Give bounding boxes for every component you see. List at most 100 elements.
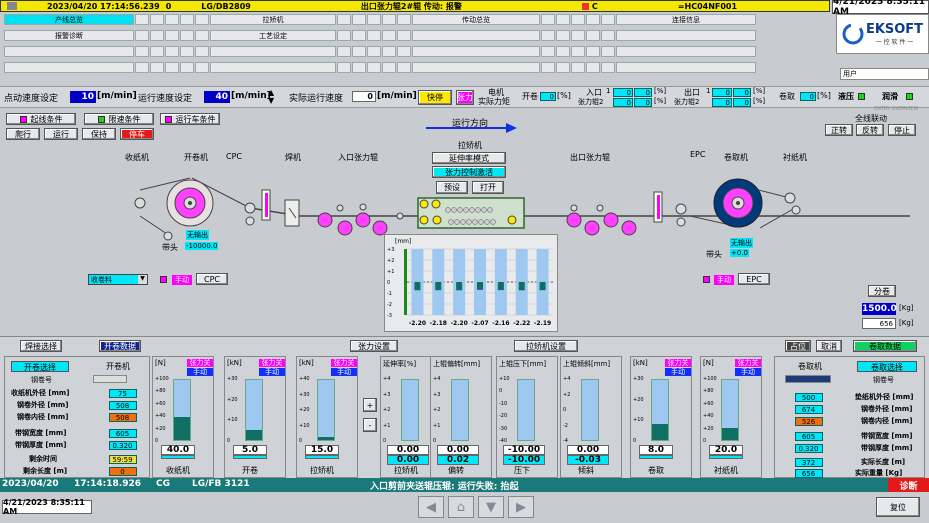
- nav-empty[interactable]: [616, 46, 756, 57]
- nav-empty[interactable]: [397, 46, 411, 57]
- nav-empty[interactable]: [616, 30, 756, 41]
- nav-empty[interactable]: [601, 14, 615, 25]
- chevron-down-icon[interactable]: ▼: [138, 275, 147, 284]
- nav-empty[interactable]: [382, 46, 396, 57]
- increment-button[interactable]: +: [363, 398, 377, 412]
- run-speed-input[interactable]: 40: [204, 91, 230, 103]
- cancel-button[interactable]: 取消: [816, 340, 842, 352]
- tension-setting-button[interactable]: 张力设置: [350, 340, 398, 352]
- nav-empty[interactable]: [150, 62, 164, 73]
- nav-empty[interactable]: [135, 62, 149, 73]
- nav-empty[interactable]: [337, 14, 351, 25]
- user-field[interactable]: 用户: [840, 68, 929, 80]
- nav-empty[interactable]: [4, 62, 134, 73]
- nav-empty[interactable]: [382, 14, 396, 25]
- nav-empty[interactable]: [165, 62, 179, 73]
- nav-empty[interactable]: [556, 30, 570, 41]
- nav-empty[interactable]: [352, 62, 366, 73]
- alarm-bar[interactable]: 2023/04/20 17:14:56.239 0 LG/DB2809 出口张力…: [0, 0, 830, 12]
- cpc-button[interactable]: CPC: [196, 273, 228, 285]
- nav-empty[interactable]: [180, 30, 194, 41]
- nav-empty[interactable]: [135, 46, 149, 57]
- nav-empty[interactable]: [541, 62, 555, 73]
- nav-empty[interactable]: [397, 30, 411, 41]
- status-bar[interactable]: 2023/04/20 17:14:18.926 CG LG/FB 3121 入口…: [0, 478, 929, 492]
- nav-empty[interactable]: [165, 30, 179, 41]
- nav-empty[interactable]: [556, 62, 570, 73]
- nav-drive-overview[interactable]: 传动总览: [412, 14, 540, 25]
- nav-empty[interactable]: [586, 30, 600, 41]
- nav-empty[interactable]: [601, 46, 615, 57]
- nav-empty[interactable]: [195, 62, 209, 73]
- nav-empty[interactable]: [412, 46, 540, 57]
- nav-empty[interactable]: [541, 46, 555, 57]
- speed-down-icon[interactable]: ▼: [268, 96, 274, 105]
- nav-empty[interactable]: [571, 30, 585, 41]
- nav-empty[interactable]: [180, 46, 194, 57]
- nav-empty[interactable]: [382, 30, 396, 41]
- decrement-button[interactable]: -: [363, 418, 377, 432]
- nav-empty[interactable]: [165, 14, 179, 25]
- nav-empty[interactable]: [150, 46, 164, 57]
- reset-button[interactable]: 复位: [876, 497, 920, 517]
- nav-empty[interactable]: [541, 30, 555, 41]
- diagnosis-button[interactable]: 诊断: [888, 478, 929, 492]
- nav-process-setting[interactable]: 工艺设定: [210, 30, 336, 41]
- nav-alarm-diagnosis[interactable]: 报警诊断: [4, 30, 134, 41]
- nav-empty[interactable]: [195, 46, 209, 57]
- nav-empty[interactable]: [165, 46, 179, 57]
- nav-empty[interactable]: [571, 46, 585, 57]
- nav-empty[interactable]: [601, 62, 615, 73]
- nav-empty[interactable]: [616, 62, 756, 73]
- split-length-setpoint[interactable]: 1500.0: [862, 303, 897, 315]
- uncoil-select-header[interactable]: 开卷选择: [11, 361, 69, 372]
- nav-empty[interactable]: [352, 14, 366, 25]
- nav-empty[interactable]: [397, 62, 411, 73]
- nav-empty[interactable]: [135, 30, 149, 41]
- nav-home-icon[interactable]: ⌂: [448, 496, 474, 518]
- nav-empty[interactable]: [382, 62, 396, 73]
- nav-empty[interactable]: [412, 62, 540, 73]
- nav-empty[interactable]: [150, 30, 164, 41]
- leveler-setting-button[interactable]: 拉矫机设置: [514, 340, 578, 352]
- nav-line-overview[interactable]: 产线总览: [4, 14, 134, 25]
- recoil-select-header[interactable]: 卷取选择: [857, 361, 917, 372]
- nav-empty[interactable]: [571, 14, 585, 25]
- nav-empty[interactable]: [180, 62, 194, 73]
- nav-forward-icon[interactable]: ▶: [508, 496, 534, 518]
- nav-empty[interactable]: [150, 14, 164, 25]
- nav-empty[interactable]: [571, 62, 585, 73]
- nav-connection-info[interactable]: 连接信息: [616, 14, 756, 25]
- nav-empty[interactable]: [352, 30, 366, 41]
- nav-empty[interactable]: [337, 30, 351, 41]
- nav-empty[interactable]: [586, 62, 600, 73]
- nav-empty[interactable]: [337, 46, 351, 57]
- nav-leveler[interactable]: 拉矫机: [210, 14, 336, 25]
- nav-empty[interactable]: [586, 46, 600, 57]
- nav-empty[interactable]: [195, 30, 209, 41]
- nav-empty[interactable]: [367, 30, 381, 41]
- nav-empty[interactable]: [135, 14, 149, 25]
- nav-empty[interactable]: [210, 62, 336, 73]
- nav-empty[interactable]: [4, 46, 134, 57]
- nav-empty[interactable]: [367, 62, 381, 73]
- nav-empty[interactable]: [586, 14, 600, 25]
- nav-empty[interactable]: [367, 14, 381, 25]
- nav-empty[interactable]: [210, 46, 336, 57]
- nav-empty[interactable]: [601, 30, 615, 41]
- epc-button[interactable]: EPC: [738, 273, 770, 285]
- nav-back-icon[interactable]: ◀: [418, 496, 444, 518]
- material-select[interactable]: 收卷料 ▼: [88, 274, 148, 285]
- occupy-button[interactable]: 占位: [785, 340, 811, 352]
- fast-stop-button[interactable]: 快停: [418, 90, 452, 105]
- nav-empty[interactable]: [337, 62, 351, 73]
- nav-empty[interactable]: [180, 14, 194, 25]
- nav-empty[interactable]: [367, 46, 381, 57]
- tension-button[interactable]: 张力: [456, 90, 474, 105]
- nav-empty[interactable]: [541, 14, 555, 25]
- nav-empty[interactable]: [195, 14, 209, 25]
- recoil-data-button[interactable]: 卷取数据: [853, 340, 917, 352]
- nav-empty[interactable]: [352, 46, 366, 57]
- nav-empty[interactable]: [556, 14, 570, 25]
- nav-empty[interactable]: [397, 14, 411, 25]
